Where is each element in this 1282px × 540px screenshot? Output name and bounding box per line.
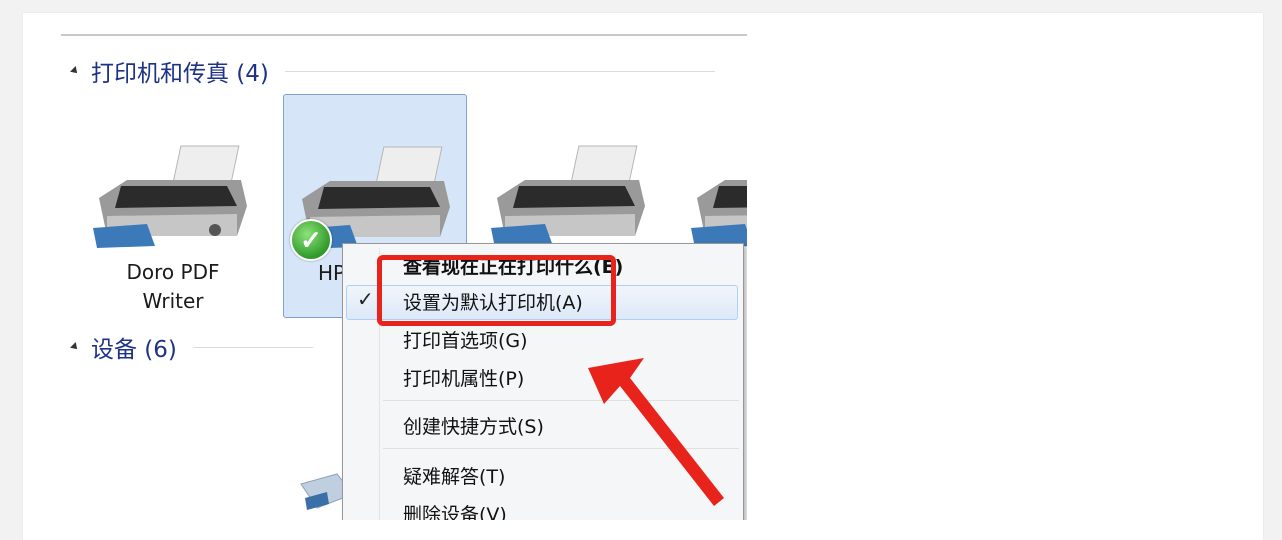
group-divider [284,70,715,72]
check-mark-icon: ✓ [357,287,374,311]
group-header-devices[interactable]: 设备 (6) [70,330,313,364]
printer-tile-doro[interactable]: Doro PDF Writer [81,94,265,318]
printer-label: Doro PDF Writer [126,260,220,313]
printer-icon [491,145,645,248]
printer-icon [691,180,747,248]
group-divider [192,346,313,348]
collapse-triangle-icon[interactable] [70,342,80,352]
printer-icon [93,145,247,248]
group-header-printers[interactable]: 打印机和传真 (4) [70,54,715,88]
default-check-icon: ✓ [290,219,332,261]
group-title-printers: 打印机和传真 (4) [91,61,269,87]
collapse-triangle-icon[interactable] [70,66,80,76]
red-arrow-icon [588,358,724,506]
highlight-annotation-box [377,255,616,326]
group-title-devices: 设备 (6) [91,337,177,363]
top-divider [61,34,747,36]
